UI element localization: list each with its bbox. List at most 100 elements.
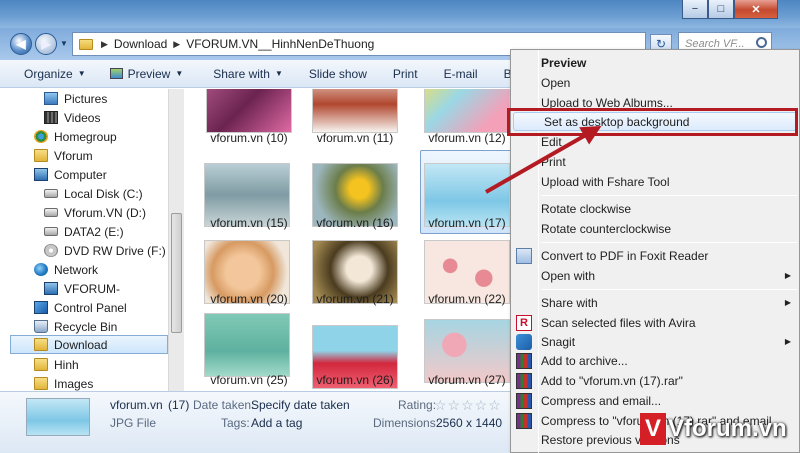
file-label[interactable]: vforum.vn (27) — [417, 373, 512, 387]
nav-item-data2-e[interactable]: DATA2 (E:) — [44, 222, 124, 241]
print-button[interactable]: Print — [379, 67, 430, 81]
menu-item-print[interactable]: Print — [511, 152, 799, 171]
menu-item-label: Rotate counterclockwise — [541, 221, 672, 236]
maximize-button[interactable]: □ — [708, 0, 734, 19]
menu-item-scan-avira[interactable]: R Scan selected files with Avira — [511, 313, 799, 332]
nav-item-label: Download — [54, 337, 108, 352]
navigation-pane: Pictures Videos Homegroup Vforum Compute… — [0, 89, 184, 391]
preview-button[interactable]: Preview ▼ — [98, 67, 196, 81]
nav-item-label: Homegroup — [54, 129, 117, 144]
nav-scrollbar[interactable] — [168, 89, 184, 391]
nav-item-local-disk-c[interactable]: Local Disk (C:) — [44, 184, 143, 203]
snagit-icon — [516, 333, 532, 350]
share-with-button[interactable]: Share with ▼ — [195, 67, 295, 81]
organize-button[interactable]: Organize ▼ — [0, 67, 98, 81]
file-label[interactable]: vforum.vn (12) — [417, 131, 512, 145]
file-label[interactable]: vforum.vn (26) — [305, 373, 405, 387]
menu-item-preview[interactable]: Preview — [511, 53, 799, 72]
preview-label: Preview — [127, 66, 171, 81]
breadcrumb-separator[interactable]: ▶ — [101, 39, 108, 50]
nav-item-recycle-bin[interactable]: Recycle Bin — [34, 317, 117, 336]
file-label[interactable]: vforum.vn (20) — [199, 292, 299, 306]
rating-stars[interactable]: ☆☆☆☆☆ — [434, 397, 502, 414]
nav-item-vforum-d[interactable]: Vforum.VN (D:) — [44, 203, 146, 222]
nav-item-pictures[interactable]: Pictures — [44, 89, 107, 108]
nav-item-label: Network — [54, 262, 99, 277]
file-label[interactable]: vforum.vn (10) — [199, 131, 299, 145]
logo-mark: V — [640, 413, 666, 445]
chevron-down-icon: ▼ — [274, 69, 283, 78]
menu-item-label: Open with — [541, 268, 596, 283]
minimize-button[interactable]: − — [682, 0, 708, 19]
videos-icon — [44, 111, 58, 124]
file-label[interactable]: vforum.vn (15) — [199, 216, 299, 230]
nav-item-homegroup[interactable]: Homegroup — [34, 127, 117, 146]
nav-item-label: Vforum — [54, 148, 93, 163]
back-arrow-icon: ◀ — [16, 37, 26, 51]
tags-value[interactable]: Add a tag — [251, 416, 302, 430]
menu-item-compress-email[interactable]: Compress and email... — [511, 391, 799, 410]
nav-item-network[interactable]: Network — [34, 260, 98, 279]
menu-item-add-to-archive[interactable]: Add to archive... — [511, 351, 799, 370]
computer-icon — [44, 282, 58, 295]
menu-item-rotate-counterclockwise[interactable]: Rotate counterclockwise — [511, 219, 799, 238]
file-label[interactable]: vforum.vn (25) — [199, 373, 299, 387]
slide-show-label: Slide show — [308, 66, 367, 81]
forward-arrow-icon: ▶ — [41, 37, 51, 51]
logo-text: Vforum.vn — [668, 415, 787, 442]
menu-item-open-with[interactable]: Open with ▶ — [511, 266, 799, 285]
menu-item-share-with[interactable]: Share with ▶ — [511, 293, 799, 312]
pictures-icon — [44, 92, 58, 105]
menu-item-upload-fshare[interactable]: Upload with Fshare Tool — [511, 172, 799, 191]
file-label[interactable]: vforum.vn (21) — [305, 292, 405, 306]
file-label[interactable]: vforum.vn (16) — [305, 216, 405, 230]
nav-item-label: Pictures — [64, 91, 108, 106]
nav-item-hinh[interactable]: Hinh — [34, 355, 79, 374]
menu-item-rotate-clockwise[interactable]: Rotate clockwise — [511, 199, 799, 218]
nav-item-vforum-pc[interactable]: VFORUM- — [44, 279, 120, 298]
menu-item-label: Convert to PDF in Foxit Reader — [541, 248, 709, 263]
menu-item-add-to-rar[interactable]: Add to "vforum.vn (17).rar" — [511, 371, 799, 390]
nav-item-computer[interactable]: Computer — [34, 165, 107, 184]
rating-label: Rating: — [398, 398, 437, 412]
menu-item-snagit[interactable]: Snagit ▶ — [511, 332, 799, 351]
nav-item-vforum[interactable]: Vforum — [34, 146, 93, 165]
menu-item-label: Preview — [541, 55, 587, 70]
date-taken-value[interactable]: Specify date taken — [251, 398, 350, 412]
menu-separator — [541, 242, 797, 243]
print-label: Print — [392, 66, 418, 81]
homegroup-icon — [34, 130, 48, 143]
file-thumbnail[interactable] — [312, 89, 398, 133]
file-label[interactable]: vforum.vn (17) — [417, 216, 512, 230]
menu-separator — [541, 195, 797, 196]
email-button[interactable]: E-mail — [430, 67, 490, 81]
breadcrumb-download[interactable]: Download — [114, 37, 167, 51]
file-label[interactable]: vforum.vn (22) — [417, 292, 512, 306]
menu-item-label: Add to archive... — [541, 353, 628, 368]
network-icon — [34, 263, 48, 276]
nav-item-videos[interactable]: Videos — [44, 108, 100, 127]
back-button[interactable]: ◀ — [10, 33, 32, 55]
chevron-down-icon: ▼ — [77, 69, 86, 78]
close-button[interactable]: ✕ — [734, 0, 778, 19]
file-thumbnail[interactable] — [204, 313, 290, 377]
file-thumbnail[interactable] — [424, 89, 510, 133]
nav-item-label: VFORUM- — [64, 281, 120, 296]
details-file-type: JPG File — [110, 416, 157, 430]
file-thumbnail[interactable] — [206, 89, 292, 133]
recent-pages-dropdown[interactable]: ▼ — [60, 39, 68, 48]
nav-scrollbar-thumb[interactable] — [171, 213, 182, 333]
nav-item-control-panel[interactable]: Control Panel — [34, 298, 127, 317]
nav-item-dvd-drive[interactable]: DVD RW Drive (F:) — [44, 241, 166, 260]
search-icon — [756, 37, 767, 48]
preview-icon — [109, 68, 123, 79]
forward-button[interactable]: ▶ — [35, 33, 57, 55]
menu-item-convert-pdf[interactable]: Convert to PDF in Foxit Reader — [511, 246, 799, 265]
slide-show-button[interactable]: Slide show — [295, 67, 379, 81]
breadcrumb-current-folder[interactable]: VFORUM.VN__HinhNenDeThuong — [186, 37, 374, 51]
breadcrumb-separator[interactable]: ▶ — [173, 39, 180, 50]
nav-item-download[interactable]: Download — [10, 335, 168, 354]
menu-item-open[interactable]: Open — [511, 73, 799, 92]
file-label[interactable]: vforum.vn (11) — [305, 131, 405, 145]
details-file-name: vforum.vn — [110, 398, 163, 412]
